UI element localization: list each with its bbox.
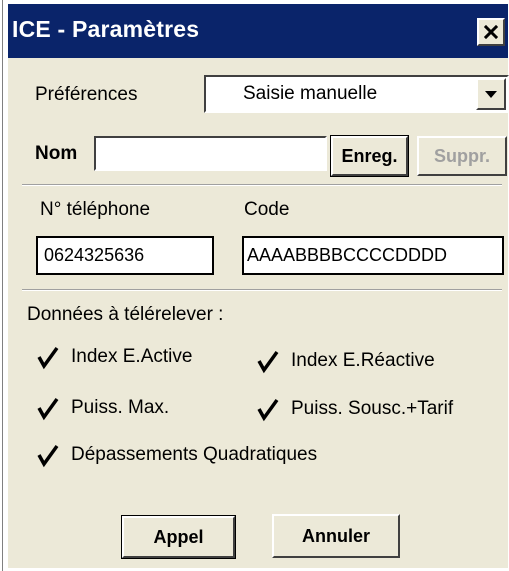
cancel-button[interactable]: Annuler bbox=[272, 514, 400, 558]
separator-middle bbox=[22, 289, 502, 291]
save-button[interactable]: Enreg. bbox=[330, 135, 409, 177]
phone-label: N° téléphone bbox=[40, 199, 151, 220]
option-checkbox-index-active[interactable] bbox=[34, 342, 62, 370]
title-bar: ICE - Paramètres bbox=[8, 4, 508, 58]
preferences-dropdown-button[interactable] bbox=[476, 78, 506, 110]
nom-label: Nom bbox=[35, 143, 78, 164]
chevron-down-icon bbox=[485, 90, 497, 98]
call-button[interactable]: Appel bbox=[121, 515, 236, 559]
window-title: ICE - Paramètres bbox=[12, 16, 200, 42]
checkmark-icon bbox=[37, 346, 59, 370]
separator-top bbox=[22, 184, 502, 186]
option-label-puiss-sousc-tarif: Puiss. Sousc.+Tarif bbox=[291, 398, 454, 419]
option-label-depassements-quadratiques: Dépassements Quadratiques bbox=[71, 444, 318, 465]
option-label-puiss-max: Puiss. Max. bbox=[71, 397, 170, 418]
close-icon bbox=[484, 25, 498, 39]
code-input[interactable] bbox=[242, 236, 504, 275]
checkmark-icon bbox=[257, 398, 279, 422]
delete-button[interactable]: Suppr. bbox=[417, 136, 507, 176]
option-label-index-reactive: Index E.Réactive bbox=[291, 350, 435, 371]
preferences-select[interactable]: Saisie manuelle bbox=[204, 75, 509, 113]
phone-input[interactable] bbox=[36, 236, 214, 275]
background-edge-line bbox=[2, 0, 3, 571]
option-checkbox-puiss-max[interactable] bbox=[34, 393, 62, 421]
checkmark-icon bbox=[37, 444, 59, 468]
close-button[interactable] bbox=[477, 18, 505, 46]
option-checkbox-depassements-quadratiques[interactable] bbox=[34, 440, 62, 468]
nom-input[interactable] bbox=[94, 136, 327, 171]
data-section-label: Données à télérelever : bbox=[27, 304, 224, 325]
checkmark-icon bbox=[257, 350, 279, 374]
checkmark-icon bbox=[37, 397, 59, 421]
option-label-index-active: Index E.Active bbox=[71, 346, 193, 367]
option-checkbox-index-reactive[interactable] bbox=[254, 346, 282, 374]
preferences-label: Préférences bbox=[35, 84, 138, 105]
parameters-dialog: ICE - Paramètres Préférences Saisie manu… bbox=[8, 4, 509, 568]
preferences-selected-value: Saisie manuelle bbox=[243, 83, 378, 104]
code-label: Code bbox=[244, 199, 290, 220]
option-checkbox-puiss-sousc-tarif[interactable] bbox=[254, 394, 282, 422]
